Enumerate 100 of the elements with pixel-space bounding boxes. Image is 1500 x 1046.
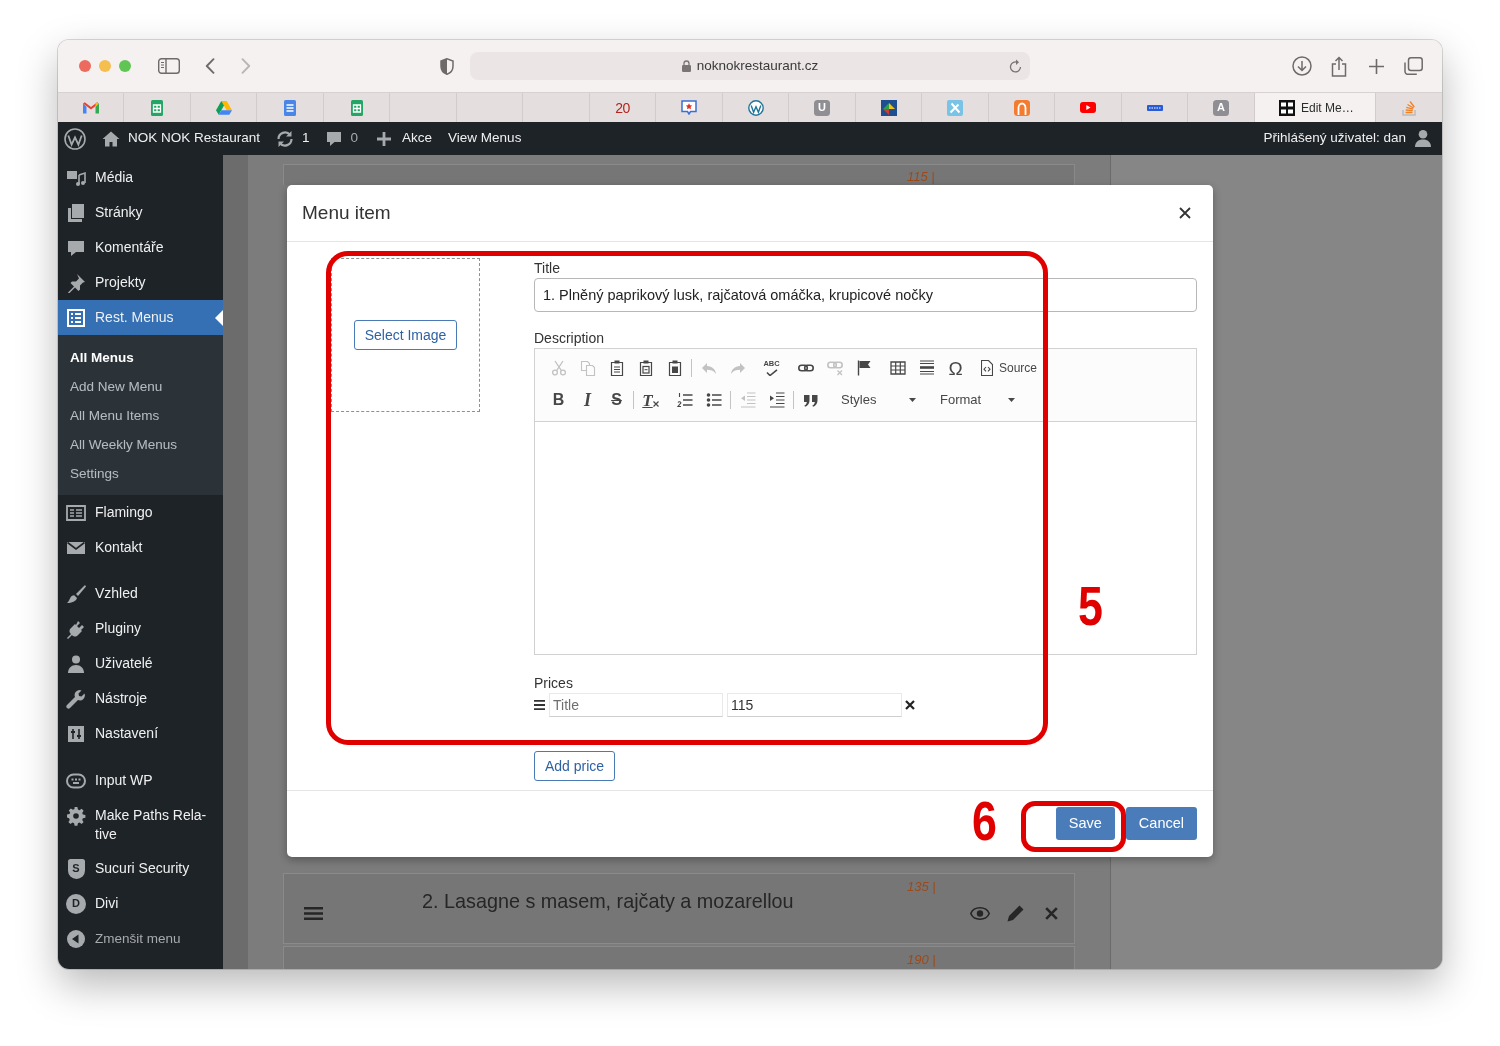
shield-letter-icon: S xyxy=(67,858,85,879)
clipboard-icon[interactable] xyxy=(608,360,625,376)
refresh-icon xyxy=(276,129,295,148)
annotation-number: 6 xyxy=(972,800,997,842)
italic-button[interactable]: I xyxy=(573,386,602,414)
cancel-button[interactable]: Cancel xyxy=(1125,807,1197,840)
flag-icon[interactable] xyxy=(855,360,872,376)
view-menus-link[interactable]: View Menus xyxy=(448,128,522,149)
sidebar-item[interactable]: Média xyxy=(58,160,223,195)
sidebar-item[interactable]: Make Paths Rela-tive xyxy=(58,798,223,851)
comments-link[interactable]: 0 xyxy=(326,128,359,149)
sidebar-item[interactable]: D Divi xyxy=(58,886,223,921)
new-content-link[interactable]: Akce xyxy=(377,128,433,149)
horizontal-lines-icon[interactable] xyxy=(918,360,935,376)
add-price-button[interactable]: Add price xyxy=(534,751,616,781)
pointer-icon xyxy=(215,309,223,326)
shield-icon[interactable] xyxy=(440,57,454,75)
sidebar-item[interactable]: Komentáře xyxy=(58,230,223,265)
price-title-input[interactable]: Title xyxy=(549,693,723,717)
sidebar-item[interactable]: Projekty xyxy=(58,265,223,300)
source-button[interactable]: Source xyxy=(975,354,1038,382)
select-image-button[interactable]: Select Image xyxy=(353,320,458,350)
table-icon[interactable] xyxy=(889,360,906,376)
close-window-button[interactable] xyxy=(79,60,91,72)
title-input[interactable]: 1. Plněný paprikový lusk, rajčatová omáčka, krupicové nočky xyxy=(534,278,1197,312)
document-icon xyxy=(284,99,296,116)
clipboard-document-icon[interactable] xyxy=(666,360,683,376)
save-button[interactable]: Save xyxy=(1055,807,1115,840)
pencil-icon[interactable] xyxy=(1007,904,1024,922)
annotation-number: 5 xyxy=(1078,585,1103,627)
sidebar-item[interactable]: Pluginy xyxy=(58,611,223,647)
toolbar-dropdown[interactable]: Styles xyxy=(835,388,920,412)
grid-logo-icon xyxy=(1279,99,1295,116)
submenu-item[interactable]: All Weekly Menus xyxy=(58,429,223,459)
sidebar-item[interactable]: Nastavení xyxy=(58,716,223,752)
sidebar-item[interactable]: Nástroje xyxy=(58,681,223,717)
reload-icon[interactable] xyxy=(1009,59,1022,73)
item-price: 135 | xyxy=(907,879,936,894)
spreadsheet-icon xyxy=(151,99,163,116)
plus-icon[interactable] xyxy=(1368,58,1384,74)
item-price: 190 | xyxy=(907,952,936,967)
stack-logo-icon xyxy=(1402,99,1416,116)
sidebar-item[interactable]: Stránky xyxy=(58,195,223,230)
submenu-item[interactable]: All Menu Items xyxy=(58,400,223,430)
site-link[interactable]: NOK NOK Restaurant xyxy=(102,128,261,149)
numbered-list-icon[interactable] xyxy=(676,392,693,408)
w-logo-icon xyxy=(747,99,764,116)
clipboard-text-icon[interactable] xyxy=(637,360,654,376)
comment-icon xyxy=(326,131,341,146)
hamburger-icon[interactable] xyxy=(304,906,323,920)
sliders-icon xyxy=(66,724,86,744)
sidebar-item[interactable]: Input WP xyxy=(58,763,223,798)
brush-icon xyxy=(66,584,86,604)
browser-tab[interactable]: Edit Me… xyxy=(1255,93,1376,122)
updates-link[interactable]: 1 xyxy=(276,128,310,149)
zoom-window-button[interactable] xyxy=(119,60,131,72)
dashed-bar-icon xyxy=(1146,104,1163,111)
wrench-icon xyxy=(66,689,86,709)
sidebar-item[interactable]: Flamingo xyxy=(58,495,223,530)
sidebar-item[interactable]: Uživatelé xyxy=(58,646,223,682)
bold-button[interactable]: B xyxy=(544,386,573,414)
collapse-menu-link[interactable]: Zmenšit menu xyxy=(58,921,223,956)
price-amount-input[interactable]: 115 xyxy=(727,693,902,717)
x-mark-icon xyxy=(652,401,659,407)
download-icon[interactable] xyxy=(1292,56,1312,76)
dialog-title: Menu item xyxy=(302,200,391,225)
list-icon xyxy=(66,307,86,328)
chevron-left-icon[interactable] xyxy=(205,58,215,74)
caret-icon xyxy=(1008,398,1015,402)
indent-icon[interactable] xyxy=(768,392,785,408)
submenu-item[interactable]: Add New Menu xyxy=(58,371,223,401)
lock-icon xyxy=(681,60,691,72)
sidebar-toggle-icon[interactable] xyxy=(158,58,180,74)
eye-icon[interactable] xyxy=(970,906,990,920)
sidebar-item[interactable]: S Sucuri Security xyxy=(58,851,223,886)
card-list-icon xyxy=(66,502,86,523)
drag-handle-icon[interactable] xyxy=(534,700,545,710)
sidebar-item[interactable]: Kontakt xyxy=(58,530,223,565)
special-character-button[interactable]: Ω xyxy=(941,354,970,382)
submenu-item[interactable]: Settings xyxy=(58,458,223,488)
triangle-logo-icon xyxy=(215,100,232,115)
submenu-item[interactable]: All Menus xyxy=(58,342,223,372)
sidebar-item[interactable]: Vzhled xyxy=(58,576,223,612)
toolbar-dropdown[interactable]: Format xyxy=(934,388,1019,412)
address-bar[interactable]: noknokrestaurant.cz xyxy=(470,52,1030,80)
pushpin-icon xyxy=(66,272,86,293)
strikethrough-button[interactable]: S xyxy=(602,386,631,414)
close-icon[interactable] xyxy=(1179,207,1191,219)
account-link[interactable]: Přihlášený uživatel: dan xyxy=(1263,128,1431,149)
w-logo-icon[interactable] xyxy=(64,127,86,150)
quote-icon[interactable] xyxy=(802,392,819,408)
bulleted-list-icon[interactable] xyxy=(705,392,722,408)
tabs-icon[interactable] xyxy=(1403,57,1423,75)
remove-format-button[interactable]: T xyxy=(636,386,665,414)
chevron-right-icon[interactable] xyxy=(241,58,251,74)
gear-icon xyxy=(66,805,86,826)
x-mark-icon[interactable] xyxy=(905,700,915,710)
field-label: Title xyxy=(534,259,560,278)
sidebar-item[interactable]: Rest. Menus xyxy=(58,300,223,335)
share-icon[interactable] xyxy=(1331,55,1347,77)
